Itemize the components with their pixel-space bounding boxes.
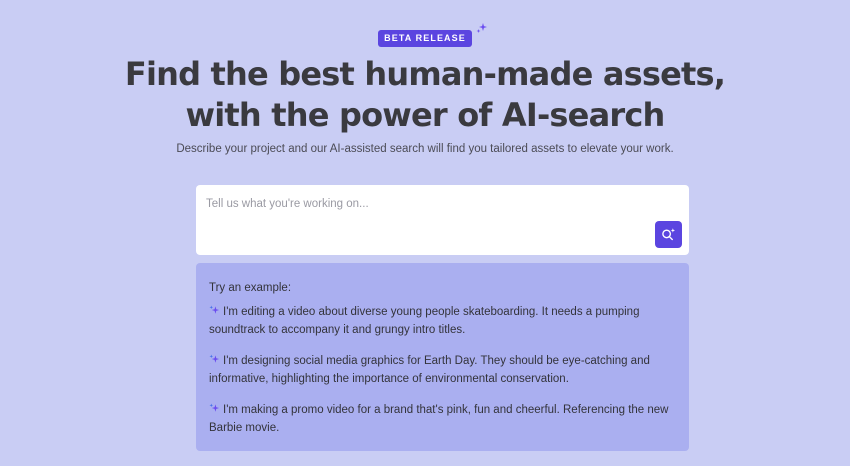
sparkle-icon xyxy=(476,23,487,33)
headline-line-1: Find the best human-made assets, xyxy=(124,55,726,93)
example-text: I'm designing social media graphics for … xyxy=(209,355,650,385)
sparkle-icon xyxy=(209,354,220,363)
sparkle-icon xyxy=(209,305,220,314)
search-box xyxy=(196,185,689,255)
ai-search-icon xyxy=(662,228,676,241)
example-text: I'm making a promo video for a brand tha… xyxy=(209,404,669,434)
ai-search-button[interactable] xyxy=(655,221,682,248)
sparkle-icon xyxy=(209,403,220,412)
example-item[interactable]: I'm designing social media graphics for … xyxy=(209,352,676,388)
examples-panel: Try an example: I'm editing a video abou… xyxy=(196,263,689,451)
search-input[interactable] xyxy=(206,195,646,213)
badge-label: BETA RELEASE xyxy=(384,33,466,43)
example-text: I'm editing a video about diverse young … xyxy=(209,306,640,336)
examples-title: Try an example: xyxy=(209,282,292,294)
beta-release-badge: BETA RELEASE xyxy=(378,23,487,47)
example-item[interactable]: I'm making a promo video for a brand tha… xyxy=(209,401,676,437)
page-title: Find the best human-made assets, with th… xyxy=(0,54,850,136)
badge-row: BETA RELEASE xyxy=(0,23,850,47)
page: BETA RELEASE Find the best human-made as… xyxy=(0,0,850,466)
example-item[interactable]: I'm editing a video about diverse young … xyxy=(209,303,676,339)
page-subtitle: Describe your project and our AI-assiste… xyxy=(176,143,674,155)
headline-line-2: with the power of AI-search xyxy=(185,96,665,134)
